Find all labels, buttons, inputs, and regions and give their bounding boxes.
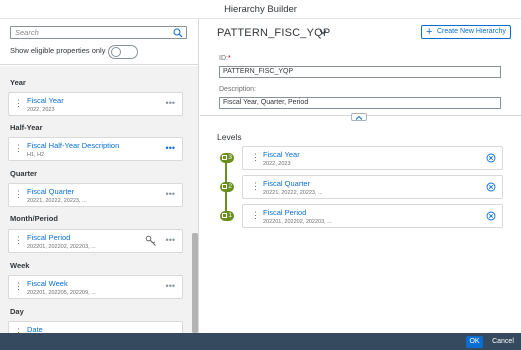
level-name[interactable]: Fiscal Year xyxy=(263,150,300,159)
ok-button[interactable]: OK xyxy=(466,336,483,348)
drag-handle-icon[interactable]: ⋮ xyxy=(251,153,260,162)
create-new-hierarchy-button[interactable]: + Create New Hierarchy xyxy=(421,25,511,39)
property-name[interactable]: Fiscal Week xyxy=(27,279,68,288)
property-card-date[interactable]: ⋮ Date xyxy=(8,321,183,333)
drag-handle-icon[interactable]: ⋮ xyxy=(14,282,23,291)
eligible-toggle-switch[interactable] xyxy=(108,45,138,59)
level-badge-2: 2 xyxy=(220,182,234,192)
list-scrollbar[interactable] xyxy=(192,66,198,333)
required-mark: * xyxy=(227,55,231,62)
collapse-header-button[interactable] xyxy=(351,113,367,121)
level-values: 20221, 20222, 20223, ... xyxy=(263,190,323,196)
group-label-day: Day xyxy=(10,307,24,316)
drag-handle-icon[interactable]: ⋮ xyxy=(251,211,260,220)
property-card-fiscal-period[interactable]: ⋮ Fiscal Period 202201, 202202, 202203, … xyxy=(8,229,183,253)
property-values: 20221, 20222, 20223, ... xyxy=(27,198,87,204)
level-name[interactable]: Fiscal Period xyxy=(263,208,306,217)
description-label: Description: xyxy=(219,86,256,93)
property-name[interactable]: Fiscal Quarter xyxy=(27,187,74,196)
level-badge-3: 3 xyxy=(220,153,234,163)
remove-level-icon[interactable] xyxy=(486,211,496,221)
group-label-month-period: Month/Period xyxy=(10,214,58,223)
property-list: Year ⋮ Fiscal Year 2022, 2023 ••• Half-Y… xyxy=(0,66,192,333)
drag-handle-icon[interactable]: ⋮ xyxy=(14,236,23,245)
drag-handle-icon[interactable]: ⋮ xyxy=(251,182,260,191)
level-values: 2022, 2023 xyxy=(263,161,291,167)
more-options-icon[interactable]: ••• xyxy=(166,144,175,153)
id-label: ID:* xyxy=(219,55,231,62)
group-label-half-year: Half-Year xyxy=(10,123,43,132)
property-name[interactable]: Fiscal Half-Year Description xyxy=(27,141,119,150)
level-number: 2 xyxy=(228,183,232,190)
property-values: 2022, 2023 xyxy=(27,107,55,113)
dialog-title: Hierarchy Builder xyxy=(0,0,521,19)
property-card-fiscal-half-year[interactable]: ⋮ Fiscal Half-Year Description H1, H2 ••… xyxy=(8,137,183,161)
level-values: 202201, 202202, 202203, ... xyxy=(263,219,332,225)
properties-filter-bar: Show eligible properties only xyxy=(0,19,198,65)
hierarchy-name[interactable]: PATTERN_FISC_YQP xyxy=(217,27,330,39)
level-number: 3 xyxy=(228,154,232,161)
level-name[interactable]: Fiscal Quarter xyxy=(263,179,310,188)
property-name[interactable]: Date xyxy=(27,325,43,333)
levels-title: Levels xyxy=(217,132,242,142)
search-field[interactable] xyxy=(10,26,187,39)
more-options-icon[interactable]: ••• xyxy=(166,190,175,199)
description-field[interactable]: Fiscal Year, Quarter, Period xyxy=(219,97,501,109)
level-badge-1: 1 xyxy=(220,211,234,221)
properties-panel: Show eligible properties only Year ⋮ Fis… xyxy=(0,19,199,333)
plus-icon: + xyxy=(426,26,433,38)
level-card-fiscal-period[interactable]: ⋮ Fiscal Period 202201, 202202, 202203, … xyxy=(242,204,503,228)
group-label-week: Week xyxy=(10,261,30,270)
property-card-fiscal-quarter[interactable]: ⋮ Fiscal Quarter 20221, 20222, 20223, ..… xyxy=(8,183,183,207)
more-options-icon[interactable]: ••• xyxy=(166,282,175,291)
id-field[interactable]: PATTERN_FISC_YQP xyxy=(219,66,501,78)
level-card-fiscal-quarter[interactable]: ⋮ Fiscal Quarter 20221, 20222, 20223, ..… xyxy=(242,175,503,199)
chevron-up-icon xyxy=(355,115,363,120)
toggle-knob xyxy=(111,47,121,57)
property-values: 202201, 202202, 202203, ... xyxy=(27,244,96,250)
remove-level-icon[interactable] xyxy=(486,182,496,192)
property-card-fiscal-week[interactable]: ⋮ Fiscal Week 202201, 202205, 202209, ..… xyxy=(8,275,183,299)
level-card-fiscal-year[interactable]: ⋮ Fiscal Year 2022, 2023 xyxy=(242,146,503,170)
id-label-text: ID: xyxy=(219,55,228,62)
drag-handle-icon[interactable]: ⋮ xyxy=(14,144,23,153)
property-card-fiscal-year[interactable]: ⋮ Fiscal Year 2022, 2023 ••• xyxy=(8,92,183,116)
create-new-hierarchy-label: Create New Hierarchy xyxy=(437,28,506,35)
more-options-icon[interactable]: ••• xyxy=(166,99,175,108)
property-values: H1, H2 xyxy=(27,152,45,158)
more-options-icon[interactable]: ••• xyxy=(166,236,175,245)
cancel-button[interactable]: Cancel xyxy=(488,336,518,348)
property-values: 202201, 202205, 202209, ... xyxy=(27,290,96,296)
level-check-icon xyxy=(222,184,227,189)
property-name[interactable]: Fiscal Period xyxy=(27,233,70,242)
group-label-year: Year xyxy=(10,78,26,87)
chevron-down-icon[interactable] xyxy=(318,27,328,37)
scrollbar-thumb[interactable] xyxy=(192,233,198,333)
level-number: 1 xyxy=(228,212,232,219)
dialog-footer: OK Cancel xyxy=(0,333,521,350)
level-check-icon xyxy=(222,155,227,160)
property-name[interactable]: Fiscal Year xyxy=(27,96,64,105)
eligible-toggle-label: Show eligible properties only xyxy=(10,46,106,55)
drag-handle-icon[interactable]: ⋮ xyxy=(14,99,23,108)
search-input[interactable] xyxy=(11,27,166,38)
level-check-icon xyxy=(222,213,227,218)
search-icon[interactable] xyxy=(173,28,183,38)
hierarchy-panel: PATTERN_FISC_YQP + Create New Hierarchy … xyxy=(200,19,521,333)
remove-level-icon[interactable] xyxy=(486,153,496,163)
drag-handle-icon[interactable]: ⋮ xyxy=(14,190,23,199)
group-label-quarter: Quarter xyxy=(10,169,38,178)
key-icon xyxy=(145,235,156,246)
hierarchy-header: PATTERN_FISC_YQP + Create New Hierarchy … xyxy=(200,19,521,116)
